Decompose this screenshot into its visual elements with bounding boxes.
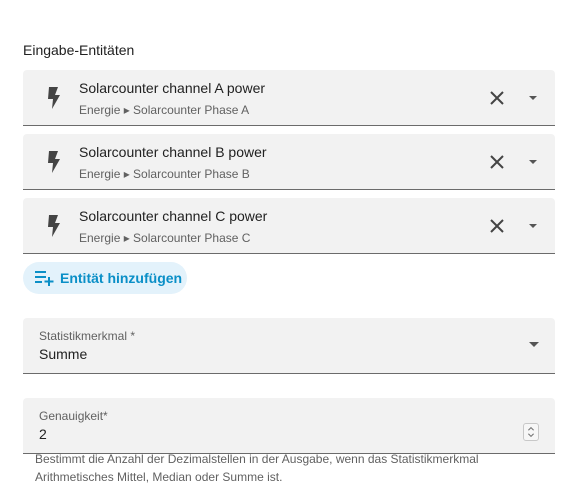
close-icon[interactable]	[485, 86, 509, 110]
number-stepper-icon[interactable]	[523, 423, 539, 441]
chevron-down-icon[interactable]	[529, 342, 539, 348]
playlist-plus-icon	[35, 271, 54, 286]
chevron-down-icon[interactable]	[521, 150, 545, 174]
flash-icon	[48, 215, 60, 237]
section-title: Eingabe-Entitäten	[23, 42, 135, 58]
entity-row-a[interactable]: Solarcounter channel A power Energie ▸ S…	[23, 70, 555, 126]
entity-context: Energie ▸ Solarcounter Phase A	[79, 103, 250, 117]
chevron-down-icon[interactable]	[521, 214, 545, 238]
add-entity-button[interactable]: Entität hinzufügen	[23, 262, 187, 294]
entity-name: Solarcounter channel B power	[79, 144, 267, 160]
precision-value[interactable]: 2	[39, 426, 47, 442]
precision-field[interactable]: Genauigkeit* 2	[23, 398, 555, 454]
precision-helper-text: Bestimmt die Anzahl der Dezimalstellen i…	[35, 452, 479, 484]
statistic-label: Statistikmerkmal *	[39, 329, 136, 343]
add-entity-label: Entität hinzufügen	[60, 270, 183, 286]
precision-label: Genauigkeit*	[39, 409, 108, 423]
close-icon[interactable]	[485, 214, 509, 238]
entity-name: Solarcounter channel C power	[79, 208, 268, 224]
entity-context: Energie ▸ Solarcounter Phase B	[79, 167, 250, 181]
flash-icon	[48, 87, 60, 109]
statistic-value: Summe	[39, 346, 88, 362]
statistic-select[interactable]: Statistikmerkmal * Summe	[23, 318, 555, 374]
close-icon[interactable]	[485, 150, 509, 174]
entity-row-c[interactable]: Solarcounter channel C power Energie ▸ S…	[23, 198, 555, 254]
flash-icon	[48, 151, 60, 173]
entity-row-b[interactable]: Solarcounter channel B power Energie ▸ S…	[23, 134, 555, 190]
entity-name: Solarcounter channel A power	[79, 80, 266, 96]
chevron-down-icon[interactable]	[521, 86, 545, 110]
entity-context: Energie ▸ Solarcounter Phase C	[79, 231, 251, 245]
